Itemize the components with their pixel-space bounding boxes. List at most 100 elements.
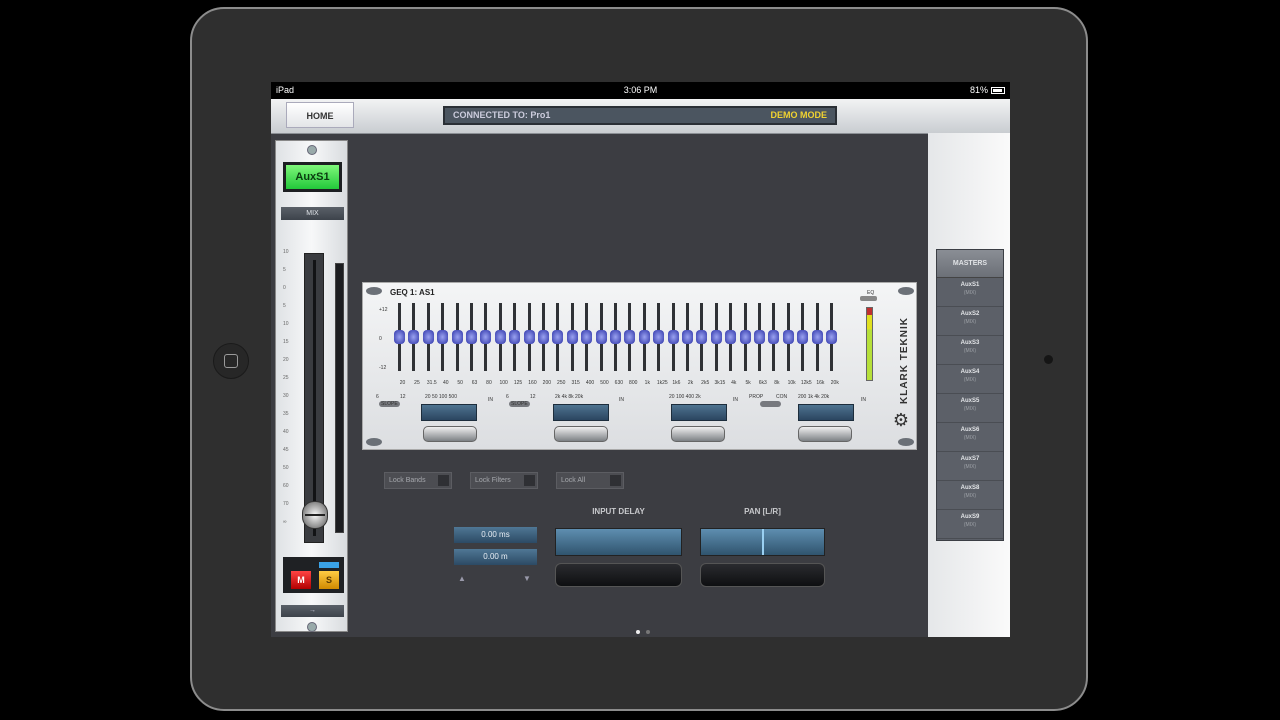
geq-bands [394,303,837,375]
filter-knob[interactable] [671,426,725,442]
master-item[interactable]: AuxS9 (MIX) [937,510,1003,539]
lock-filters-label: Lock Filters [475,477,511,484]
geq-band-knob[interactable] [739,330,751,344]
input-delay-title: INPUT DELAY [592,507,645,516]
brand-logo: KLARK TEKNIK [899,317,910,404]
filter-knob[interactable] [798,426,852,442]
geq-band-knob[interactable] [422,330,434,344]
geq-band-knob[interactable] [610,330,621,344]
master-name: AuxS3 [960,340,980,346]
geq-band-label: 400 [585,380,595,386]
geq-band-labels: 20 25 31.5 40 50 63 80 100 125 160 200 250 315 400 500… [394,380,844,388]
geq-band-knob[interactable] [782,330,794,344]
screw-icon [307,622,317,632]
lock-bands-button[interactable]: Lock Bands [384,472,452,489]
channel-strip: AuxS1 MIX 10 5 0 5 10 15 20 25 30 35 40 45 50 60 70 ∞ M… [275,140,348,632]
master-item[interactable]: AuxS7 (MIX) [937,452,1003,481]
filter-knob[interactable] [423,426,477,442]
geq-band-knob[interactable] [394,330,405,344]
geq-band-knob[interactable] [826,330,837,344]
channel-name-button[interactable]: AuxS1 [283,162,342,192]
geq-band-knob[interactable] [754,330,765,344]
fader-scale-tick: ∞ [283,519,287,525]
prop-label: PROP [749,394,764,400]
pan-wheel[interactable] [700,563,825,587]
master-item[interactable]: AuxS8 (MIX) [937,481,1003,510]
geq-band-knob[interactable] [451,330,463,344]
master-name: AuxS2 [960,311,980,317]
geq-band-knob[interactable] [696,330,708,344]
geq-band-knob[interactable] [480,330,492,344]
geq-band-label: 630 [614,380,624,386]
channel-name: AuxS1 [286,165,339,189]
geq-band-knob[interactable] [682,330,693,344]
master-item[interactable]: AuxS4 (MIX) [937,365,1003,394]
gear-icon[interactable]: ⚙ [892,411,910,429]
page-indicator[interactable] [633,621,653,637]
fader-knob[interactable] [302,501,328,529]
master-item[interactable]: AuxS5 (MIX) [937,394,1003,423]
delay-down-icon[interactable]: ▼ [523,574,531,583]
fader-track[interactable] [304,253,324,543]
lock-filters-button[interactable]: Lock Filters [470,472,538,489]
masters-list: MASTERS AuxS1 (MIX) AuxS2 (MIX) AuxS3 (MIX) Au… [936,249,1004,541]
geq-band-knob[interactable] [552,330,564,344]
rack-ear-icon [366,287,382,295]
filter-in-label: IN [619,397,624,403]
geq-band-knob[interactable] [638,330,650,344]
ipad-home-button[interactable] [213,343,249,379]
select-button[interactable]: → [281,605,344,617]
geq-band-knob[interactable] [581,330,593,344]
geq-band-label: 1k25 [656,380,668,386]
mute-button[interactable]: M [291,571,311,589]
slope-label: SLOPE [381,401,398,407]
geq-band-knob[interactable] [797,330,809,344]
master-item[interactable]: AuxS1 (MIX) [937,278,1003,307]
geq-band-knob[interactable] [811,330,823,344]
master-item[interactable]: AuxS3 (MIX) [937,336,1003,365]
geq-band-knob[interactable] [653,330,665,344]
geq-band-label: 315 [571,380,580,386]
master-item[interactable]: AuxS6 (MIX) [937,423,1003,452]
geq-band-knob[interactable] [624,330,636,344]
geq-band-knob[interactable] [509,330,521,344]
home-button[interactable]: HOME [286,102,354,128]
delay-m-field[interactable]: 0.00 m [454,549,537,565]
delay-up-icon[interactable]: ▲ [458,574,466,583]
geq-band-knob[interactable] [768,330,780,344]
geq-band-knob[interactable] [466,330,477,344]
geq-band-label: 6k3 [758,380,767,386]
delay-ms-field[interactable]: 0.00 ms [454,527,537,543]
geq-band-knob[interactable] [710,330,722,344]
filter-knob[interactable] [554,426,608,442]
master-name: AuxS4 [960,369,980,375]
solo-button[interactable]: S [319,571,339,589]
geq-level-meter [866,307,873,381]
geq-band-knob[interactable] [725,330,737,344]
geq-band-knob[interactable] [523,330,535,344]
geq-band-knob[interactable] [494,330,506,344]
geq-band-label: 200 [542,380,552,386]
mix-mode-label[interactable]: MIX [281,207,344,220]
geq-band-knob[interactable] [595,330,607,344]
geq-band-knob[interactable] [538,330,549,344]
geq-band-label: 4k [731,380,737,386]
geq-band-knob[interactable] [566,330,578,344]
eq-toggle[interactable] [860,296,877,301]
master-type: (MIX) [963,290,977,296]
mid-filter: 20 100 400 2k IN [658,393,748,445]
geq-band-knob[interactable] [408,330,420,344]
pan-title: PAN [L/R] [744,507,781,516]
master-item[interactable]: AuxS2 (MIX) [937,307,1003,336]
lock-icon [438,475,449,486]
filter-in-label: IN [861,397,866,403]
rack-ear-icon [898,438,914,446]
battery-percent: 81% [969,85,988,95]
pan-indicator [762,529,764,555]
geq-band-knob[interactable] [437,330,449,344]
lock-all-button[interactable]: Lock All [556,472,624,489]
filter-value: 6 [506,394,509,400]
prop-toggle[interactable] [760,401,781,407]
geq-band-knob[interactable] [667,330,679,344]
input-delay-wheel[interactable] [555,563,682,587]
